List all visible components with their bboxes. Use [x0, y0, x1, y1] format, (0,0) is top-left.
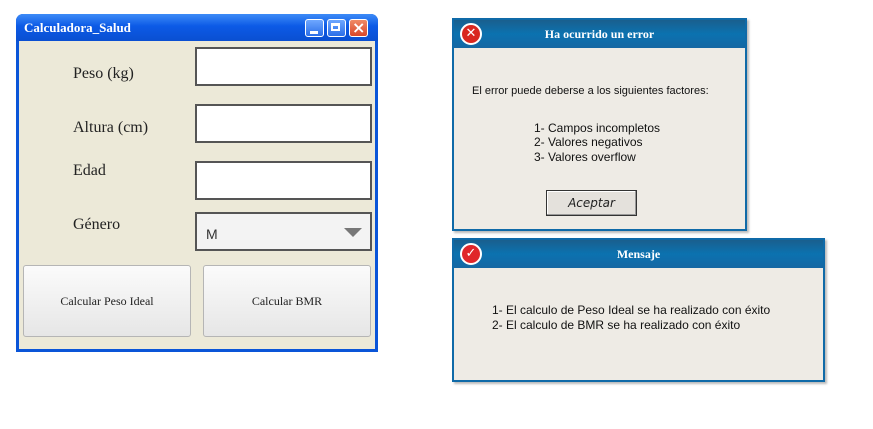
window-body: Peso (kg) Altura (cm) Edad Género M Calc…	[19, 41, 375, 349]
peso-label: Peso (kg)	[73, 65, 134, 82]
calculadora-window: Calculadora_Salud × Peso (kg) Altura (cm…	[16, 14, 378, 352]
aceptar-button[interactable]: Aceptar	[546, 190, 637, 216]
close-button[interactable]: ×	[349, 18, 368, 37]
genero-select[interactable]: M	[195, 212, 372, 251]
minimize-icon	[310, 31, 318, 34]
maximize-icon	[331, 23, 340, 31]
error-dialog: ✕ Ha ocurrido un error El error puede de…	[452, 18, 747, 231]
error-factor-1: 1- Campos incompletos	[534, 121, 661, 135]
altura-label: Altura (cm)	[73, 119, 149, 136]
error-factor-2: 2- Valores negativos	[534, 135, 643, 149]
window-titlebar[interactable]: Calculadora_Salud ×	[16, 14, 378, 41]
error-factor-3: 3- Valores overflow	[534, 150, 636, 164]
genero-selected-value: M	[206, 226, 218, 242]
calcular-bmr-button[interactable]: Calcular BMR	[203, 265, 371, 337]
altura-input[interactable]	[195, 104, 372, 143]
minimize-button[interactable]	[305, 19, 324, 37]
edad-label: Edad	[73, 162, 106, 179]
chevron-down-icon[interactable]	[344, 228, 362, 237]
error-message: El error puede deberse a los siguientes …	[472, 85, 709, 97]
message-dialog-title: Mensaje	[616, 247, 661, 261]
message-line-1: 1- El calculo de Peso Ideal se ha realiz…	[492, 303, 771, 317]
error-dialog-title: Ha ocurrido un error	[544, 27, 655, 41]
edad-input[interactable]	[195, 161, 372, 200]
window-title: Calculadora_Salud	[24, 20, 131, 35]
message-dialog-titlebar[interactable]: ✓ Mensaje	[454, 240, 823, 268]
peso-input[interactable]	[195, 47, 372, 86]
calcular-peso-ideal-button[interactable]: Calcular Peso Ideal	[23, 265, 191, 337]
close-icon: ×	[352, 18, 366, 37]
genero-label: Género	[73, 216, 121, 233]
message-line-2: 2- El calculo de BMR se ha realizado con…	[492, 318, 741, 332]
error-dialog-titlebar[interactable]: ✕ Ha ocurrido un error	[454, 20, 745, 48]
message-dialog: ✓ Mensaje 1- El calculo de Peso Ideal se…	[452, 238, 825, 382]
maximize-button[interactable]	[327, 19, 346, 37]
